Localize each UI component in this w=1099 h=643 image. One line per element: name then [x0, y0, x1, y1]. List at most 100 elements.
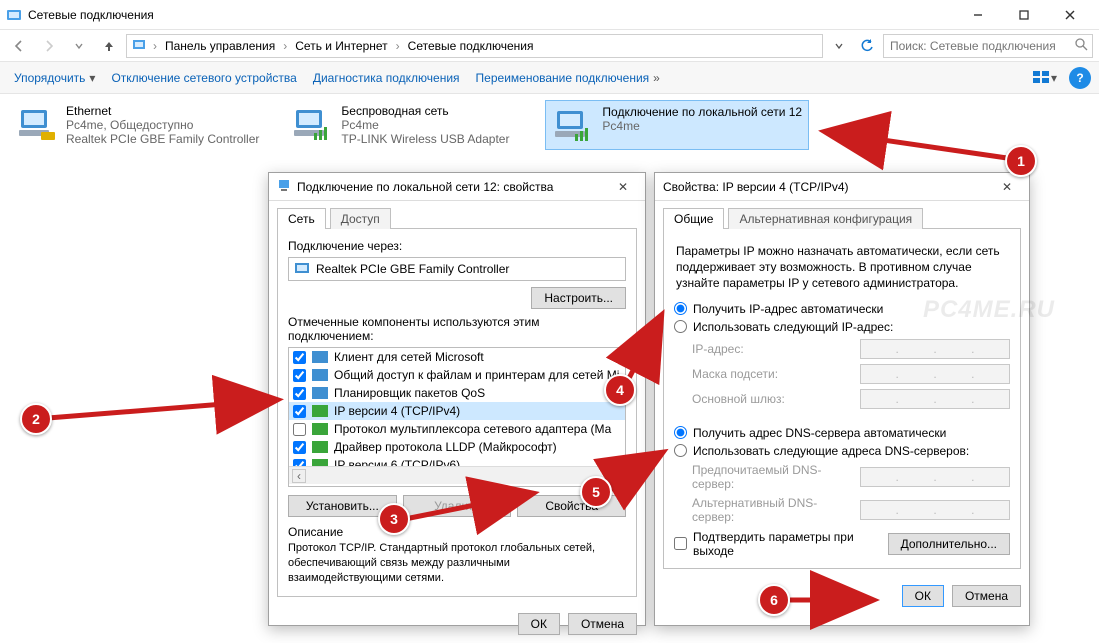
- maximize-button[interactable]: [1001, 0, 1047, 30]
- crumb-l2[interactable]: Сетевые подключения: [406, 39, 536, 53]
- history-dropdown-button[interactable]: [827, 35, 851, 57]
- connection-desc: TP-LINK Wireless USB Adapter: [341, 132, 509, 146]
- radio-label: Использовать следующий IP-адрес:: [693, 320, 893, 334]
- connection-wireless[interactable]: Беспроводная сеть Pc4me TP-LINK Wireless…: [285, 100, 525, 150]
- tab-panel-network: Подключение через: Realtek PCIe GBE Fami…: [277, 228, 637, 597]
- help-button[interactable]: ?: [1069, 67, 1091, 89]
- component-checkbox[interactable]: [293, 423, 306, 436]
- dialog-titlebar[interactable]: Свойства: IP версии 4 (TCP/IPv4) ✕: [655, 173, 1029, 201]
- radio-label: Получить IP-адрес автоматически: [693, 302, 883, 316]
- radio-input[interactable]: [674, 426, 687, 439]
- breadcrumb[interactable]: › Панель управления › Сеть и Интернет › …: [126, 34, 823, 58]
- organize-button[interactable]: Упорядочить▾: [8, 67, 101, 89]
- radio-auto-dns[interactable]: Получить адрес DNS-сервера автоматически: [674, 426, 1010, 440]
- dns1-input[interactable]: ...: [860, 467, 1010, 487]
- annotation-3: 3: [378, 503, 410, 535]
- dialog-connection-properties: Подключение по локальной сети 12: свойст…: [268, 172, 646, 626]
- dialog-titlebar[interactable]: Подключение по локальной сети 12: свойст…: [269, 173, 645, 201]
- component-row[interactable]: Общий доступ к файлам и принтерам для се…: [289, 366, 625, 384]
- component-checkbox[interactable]: [293, 369, 306, 382]
- horizontal-scrollbar[interactable]: ‹ ›: [289, 466, 625, 484]
- up-button[interactable]: [96, 33, 122, 59]
- scroll-left-button[interactable]: ‹: [292, 469, 306, 483]
- scroll-right-button[interactable]: ›: [608, 469, 622, 483]
- chevron-right-icon: ›: [394, 39, 402, 53]
- chevron-right-icon: »: [653, 71, 660, 85]
- chevron-right-icon: ›: [281, 39, 289, 53]
- connections-area: Ethernet Pc4me, Общедоступно Realtek PCI…: [0, 94, 1099, 156]
- ip-addr-label: IP-адрес:: [692, 342, 850, 356]
- advanced-button[interactable]: Дополнительно...: [888, 533, 1010, 555]
- component-row[interactable]: Клиент для сетей Microsoft: [289, 348, 625, 366]
- cancel-button[interactable]: Отмена: [568, 613, 637, 635]
- ip-addr-input[interactable]: ...: [860, 339, 1010, 359]
- connection-sub: Pc4me, Общедоступно: [66, 118, 259, 132]
- ok-button[interactable]: ОК: [902, 585, 944, 607]
- radio-use-dns[interactable]: Использовать следующие адреса DNS-сервер…: [674, 444, 1010, 458]
- dialog-close-button[interactable]: ✕: [609, 177, 637, 197]
- back-button[interactable]: [6, 33, 32, 59]
- radio-label: Получить адрес DNS-сервера автоматически: [693, 426, 946, 440]
- recent-button[interactable]: [66, 33, 92, 59]
- component-checkbox[interactable]: [293, 351, 306, 364]
- annotation-2: 2: [20, 403, 52, 435]
- radio-input[interactable]: [674, 444, 687, 457]
- tab-access[interactable]: Доступ: [330, 208, 391, 229]
- connection-sub: Pc4me: [602, 119, 802, 133]
- gateway-input[interactable]: ...: [860, 389, 1010, 409]
- component-checkbox[interactable]: [293, 405, 306, 418]
- forward-button[interactable]: [36, 33, 62, 59]
- search-icon: [1074, 37, 1088, 54]
- radio-input[interactable]: [674, 320, 687, 333]
- component-row[interactable]: Протокол мультиплексора сетевого адаптер…: [289, 420, 625, 438]
- validate-label: Подтвердить параметры при выходе: [693, 530, 872, 558]
- tab-alternate[interactable]: Альтернативная конфигурация: [728, 208, 923, 229]
- annotation-4: 4: [604, 374, 636, 406]
- diagnose-button[interactable]: Диагностика подключения: [307, 67, 466, 89]
- component-row[interactable]: Драйвер протокола LLDP (Майкрософт): [289, 438, 625, 456]
- disable-device-button[interactable]: Отключение сетевого устройства: [105, 67, 302, 89]
- component-row[interactable]: IP версии 6 (TCP/IPv6): [289, 456, 625, 466]
- close-button[interactable]: [1047, 0, 1093, 30]
- cancel-button[interactable]: Отмена: [952, 585, 1021, 607]
- search-box[interactable]: [883, 34, 1093, 58]
- breadcrumb-icon: [131, 36, 147, 55]
- refresh-button[interactable]: [855, 35, 879, 57]
- tab-network[interactable]: Сеть: [277, 208, 326, 229]
- annotation-6: 6: [758, 584, 790, 616]
- component-checkbox[interactable]: [293, 387, 306, 400]
- search-input[interactable]: [888, 38, 1074, 54]
- radio-input[interactable]: [674, 302, 687, 315]
- mask-label: Маска подсети:: [692, 367, 850, 381]
- rename-button[interactable]: Переименование подключения»: [470, 67, 666, 89]
- dialog-close-button[interactable]: ✕: [993, 177, 1021, 197]
- wireless-icon: [291, 104, 333, 144]
- component-label: Клиент для сетей Microsoft: [334, 350, 484, 364]
- lan-icon: [552, 105, 594, 145]
- crumb-l1[interactable]: Сеть и Интернет: [293, 39, 389, 53]
- component-row[interactable]: Планировщик пакетов QoS: [289, 384, 625, 402]
- connection-ethernet[interactable]: Ethernet Pc4me, Общедоступно Realtek PCI…: [10, 100, 265, 150]
- tab-panel-general: Параметры IP можно назначать автоматичес…: [663, 228, 1021, 569]
- adapter-icon: [294, 262, 310, 277]
- connection-lan-12[interactable]: Подключение по локальной сети 12 Pc4me: [545, 100, 809, 150]
- component-row-ipv4[interactable]: IP версии 4 (TCP/IPv4): [289, 402, 625, 420]
- connection-title: Ethernet: [66, 104, 259, 118]
- minimize-button[interactable]: [955, 0, 1001, 30]
- component-checkbox[interactable]: [293, 441, 306, 454]
- validate-checkbox[interactable]: [674, 537, 687, 550]
- components-list[interactable]: Клиент для сетей Microsoft Общий доступ …: [288, 347, 626, 487]
- validate-checkbox-row[interactable]: Подтвердить параметры при выходе: [674, 530, 872, 558]
- crumb-root[interactable]: Панель управления: [163, 39, 277, 53]
- dns2-input[interactable]: ...: [860, 500, 1010, 520]
- view-button[interactable]: ▾: [1031, 67, 1059, 89]
- ok-button[interactable]: ОК: [518, 613, 560, 635]
- mask-input[interactable]: ...: [860, 364, 1010, 384]
- configure-button[interactable]: Настроить...: [531, 287, 626, 309]
- component-label: Драйвер протокола LLDP (Майкрософт): [334, 440, 557, 454]
- remove-button[interactable]: Удалить: [403, 495, 512, 517]
- titlebar: Сетевые подключения: [0, 0, 1099, 30]
- adapter-field[interactable]: Realtek PCIe GBE Family Controller: [288, 257, 626, 281]
- component-checkbox[interactable]: [293, 459, 306, 467]
- tab-general[interactable]: Общие: [663, 208, 724, 229]
